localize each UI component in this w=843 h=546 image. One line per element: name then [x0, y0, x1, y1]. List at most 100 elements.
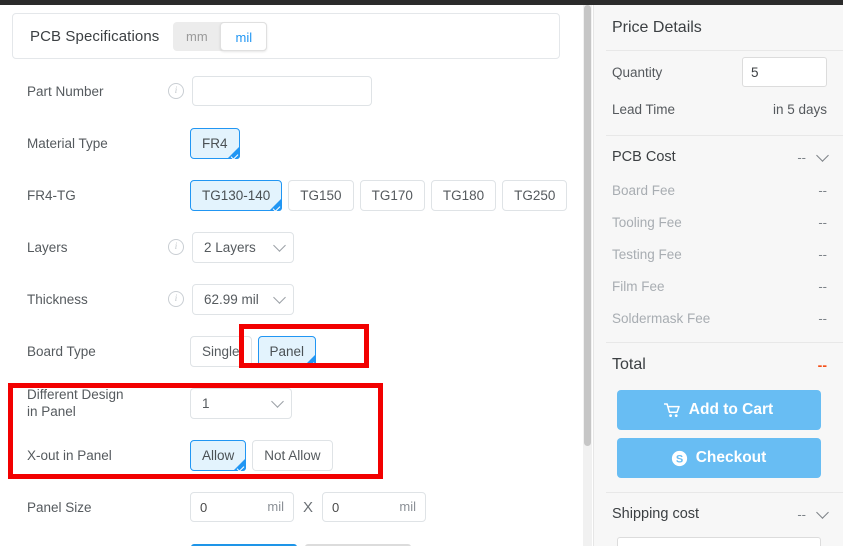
label-total: Total	[612, 356, 646, 373]
top-dark-bar	[0, 0, 843, 5]
label-lead-time: Lead Time	[612, 101, 676, 117]
unit-toggle[interactable]: mm mil	[173, 21, 268, 51]
quantity-input[interactable]	[742, 57, 827, 87]
value-soldermask-fee: --	[818, 310, 827, 326]
label-different-design-in-panel: Different Design in Panel	[0, 386, 168, 420]
row-thickness: Thickness i 62.99 mil	[0, 273, 583, 325]
value-shipping-cost: --	[797, 506, 806, 522]
check-icon	[230, 151, 238, 160]
chevron-down-icon	[273, 239, 286, 252]
fr4tg-option-tg150[interactable]: TG150	[288, 179, 354, 211]
fr4tg-option-tg180[interactable]: TG180	[430, 179, 497, 211]
layers-select[interactable]: 2 Layers	[192, 231, 294, 263]
value-testing-fee: --	[818, 246, 827, 262]
value-lead-time: in 5 days	[772, 101, 827, 117]
material-option-fr4[interactable]: FR4	[190, 127, 240, 160]
value-film-fee: --	[818, 278, 827, 294]
shipping-method-select[interactable]: --	[616, 537, 821, 546]
label-tooling-fee: Tooling Fee	[612, 214, 682, 230]
pcb-specifications-card: PCB Specifications mm mil	[12, 13, 560, 59]
label-board-type: Board Type	[27, 343, 96, 359]
add-to-cart-button[interactable]: Add to Cart	[616, 390, 821, 430]
label-panel-size: Panel Size	[27, 499, 92, 515]
checkout-label: Checkout	[695, 449, 767, 466]
divider	[606, 342, 843, 343]
value-tooling-fee: --	[818, 214, 827, 230]
xout-option-not-allow[interactable]: Not Allow	[252, 439, 333, 471]
unit-option-mil[interactable]: mil	[220, 21, 268, 51]
row-material-type: Material Type FR4	[0, 117, 583, 169]
panel-height-input[interactable]	[322, 492, 427, 522]
divider	[606, 135, 843, 136]
label-testing-fee: Testing Fee	[612, 246, 682, 262]
layers-value: 2 Layers	[204, 239, 256, 255]
label-layers: Layers	[27, 239, 68, 255]
board-type-option-panel[interactable]: Panel	[257, 335, 317, 368]
checkout-button[interactable]: S Checkout	[616, 438, 821, 478]
panel-width-input[interactable]	[190, 492, 294, 522]
panel-size-separator: X	[303, 498, 314, 516]
row-panel-size: Panel Size mil X mil	[0, 481, 583, 533]
label-film-fee: Film Fee	[612, 278, 665, 294]
check-icon	[236, 463, 245, 472]
scrollbar-thumb[interactable]	[584, 5, 591, 446]
svg-text:S: S	[676, 453, 683, 465]
xout-option-label: Allow	[202, 447, 235, 463]
unit-option-mm[interactable]: mm	[173, 22, 220, 51]
row-part-number: Part Number i	[0, 65, 583, 117]
total-row: Total --	[594, 348, 843, 382]
label-board-fee: Board Fee	[612, 182, 676, 198]
label-line-1: Different Design	[27, 387, 124, 402]
value-total: --	[817, 357, 827, 373]
row-board-fee: Board Fee --	[594, 174, 843, 206]
row-board-type: Board Type Single Panel	[0, 325, 583, 377]
fr4tg-option-label: TG130-140	[202, 187, 271, 203]
row-fr4-tg: FR4-TG TG130-140 TG150 TG170 TG180 TG250	[0, 169, 583, 221]
material-option-label: FR4	[202, 135, 228, 151]
row-xout-in-panel: X-out in Panel Allow Not Allow	[0, 429, 583, 481]
label-pcb-cost: PCB Cost	[612, 149, 676, 165]
row-different-design-in-panel: Different Design in Panel 1	[0, 377, 583, 429]
thickness-select[interactable]: 62.99 mil	[192, 283, 294, 315]
cart-icon	[663, 402, 680, 417]
price-details-pane: Price Details Quantity Lead Time in 5 da…	[593, 5, 843, 546]
fr4tg-option-tg130-140[interactable]: TG130-140	[190, 179, 283, 212]
divider	[606, 492, 843, 493]
check-icon	[306, 359, 315, 368]
different-design-select[interactable]: 1	[190, 387, 292, 419]
dollar-circle-icon: S	[671, 450, 687, 466]
row-soldermask-fee: Soldermask Fee --	[594, 302, 843, 334]
form-rows: Part Number i Material Type FR4 FR4-TG T…	[0, 65, 583, 533]
value-pcb-cost: --	[797, 149, 806, 165]
add-to-cart-label: Add to Cart	[688, 401, 774, 418]
different-design-value: 1	[202, 395, 210, 411]
row-testing-fee: Testing Fee --	[594, 238, 843, 270]
part-number-input[interactable]	[192, 76, 372, 106]
chevron-down-icon[interactable]	[816, 506, 829, 519]
pcb-specifications-pane: PCB Specifications mm mil Part Number i …	[0, 5, 583, 546]
label-shipping-cost: Shipping cost	[612, 506, 700, 522]
price-details-title: Price Details	[612, 19, 702, 36]
chevron-down-icon[interactable]	[816, 149, 829, 162]
xout-option-allow[interactable]: Allow	[190, 439, 247, 472]
label-quantity: Quantity	[612, 64, 663, 80]
row-lead-time: Lead Time in 5 days	[594, 93, 843, 125]
fr4tg-option-tg170[interactable]: TG170	[359, 179, 425, 211]
shipping-cost-header[interactable]: Shipping cost --	[594, 497, 843, 531]
row-quantity: Quantity	[594, 51, 843, 93]
check-icon	[272, 203, 281, 212]
board-type-option-label: Panel	[269, 343, 305, 359]
chevron-down-icon	[271, 395, 284, 408]
info-icon[interactable]: i	[168, 291, 184, 307]
label-part-number: Part Number	[27, 83, 104, 99]
info-icon[interactable]: i	[168, 239, 184, 255]
pcb-cost-header[interactable]: PCB Cost --	[594, 140, 843, 174]
fr4tg-option-tg250[interactable]: TG250	[502, 179, 568, 211]
board-type-option-single[interactable]: Single	[190, 335, 252, 367]
chevron-down-icon	[273, 291, 286, 304]
label-xout-in-panel: X-out in Panel	[27, 447, 112, 463]
page-title: PCB Specifications	[30, 27, 160, 45]
value-board-fee: --	[818, 182, 827, 198]
thickness-value: 62.99 mil	[204, 291, 259, 307]
info-icon[interactable]: i	[168, 83, 184, 99]
